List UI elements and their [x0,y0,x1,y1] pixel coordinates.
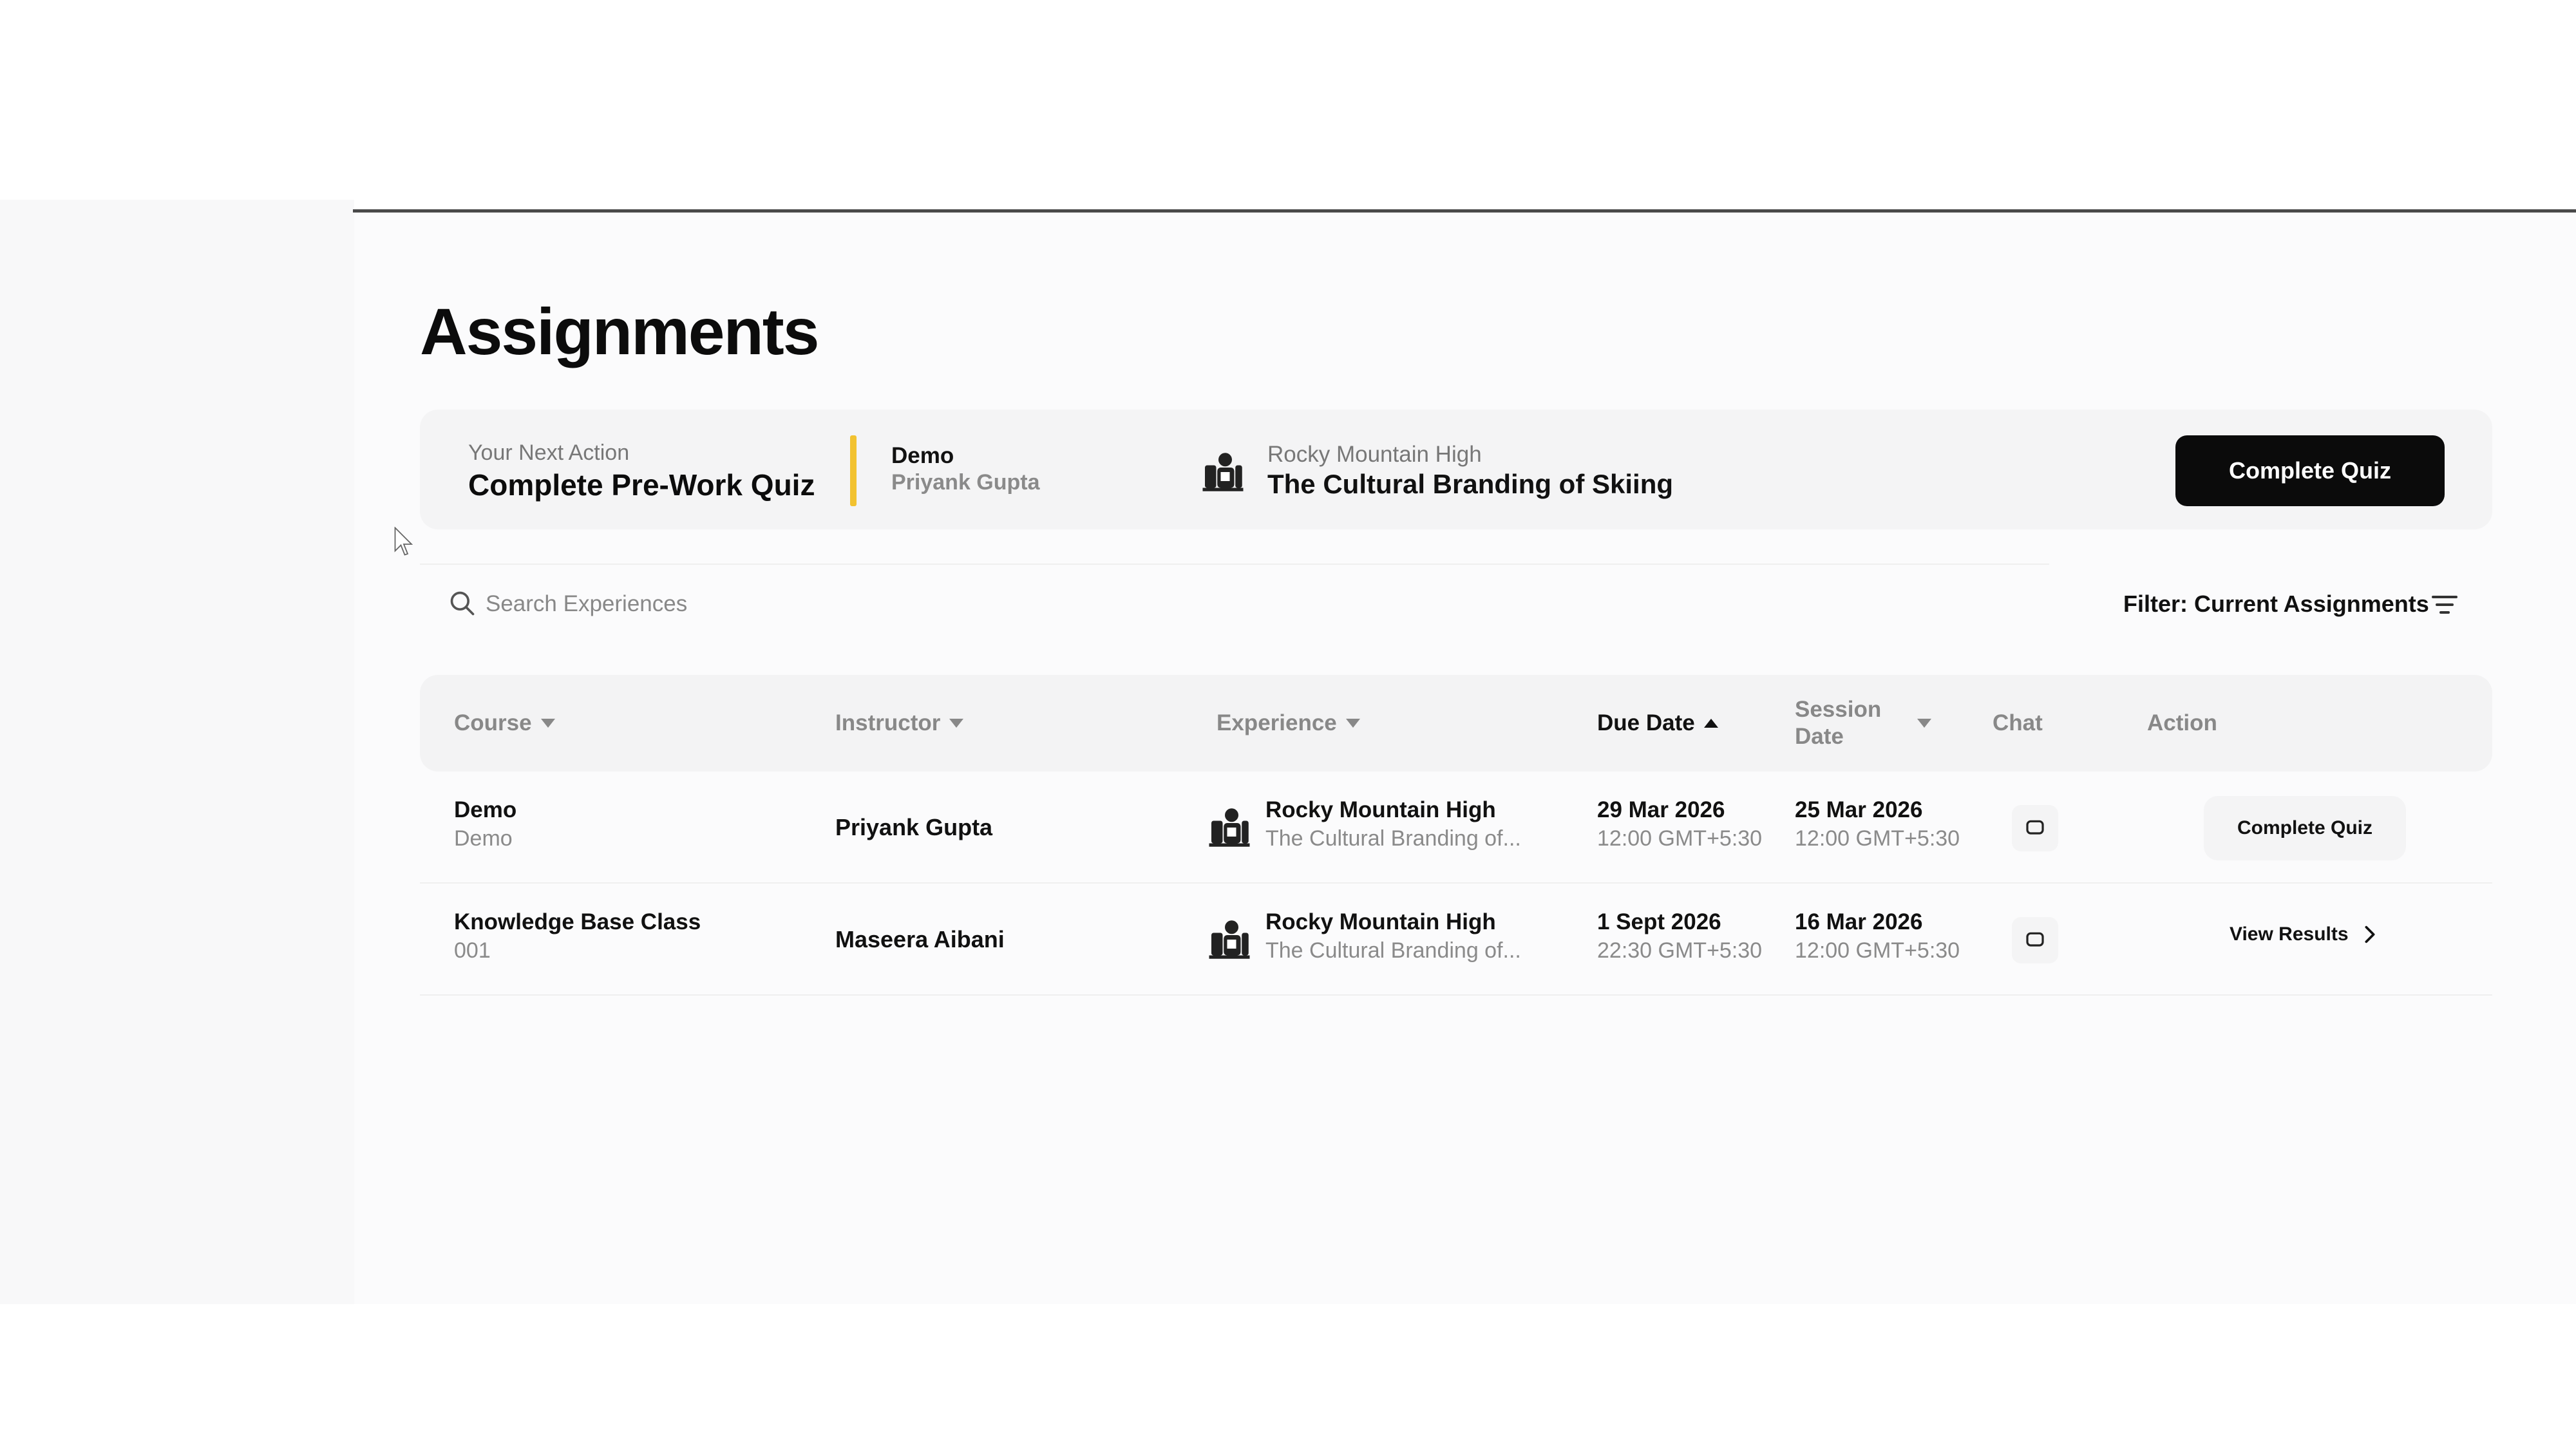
filter-icon[interactable] [2429,589,2460,620]
experience-cell: Rocky Mountain High The Cultural Brandin… [1265,796,1521,853]
view-results-label: View Results [2230,923,2349,945]
column-header-label-line1: Session [1795,697,1882,722]
column-header-action: Action [2147,675,2217,772]
table-row[interactable]: Demo Demo Priyank Gupta Rocky Mountain H… [420,773,2492,884]
experience-subtitle: The Cultural Branding of... [1265,826,1521,851]
sort-up-icon [1703,719,1718,728]
column-header-label: Action [2147,710,2217,735]
skier-icon [1209,920,1250,959]
column-header-label: Session Date [1795,696,1881,750]
skier-icon [1202,453,1244,491]
course-cell: Demo Demo [454,796,516,853]
chat-button[interactable] [2012,917,2058,963]
skier-icon [1209,808,1250,847]
next-action-experience-subtitle: Rocky Mountain High [1267,442,1482,467]
page-title: Assignments [420,295,819,368]
instructor-name: Maseera Aibani [835,926,1005,952]
due-date: 1 Sept 2026 [1597,909,1721,934]
next-action-instructor: Priyank Gupta [891,470,1040,495]
complete-quiz-button[interactable]: Complete Quiz [2175,435,2445,506]
session-time: 12:00 GMT+5:30 [1795,938,1960,963]
complete-quiz-row-button[interactable]: Complete Quiz [2204,796,2406,860]
experience-cell: Rocky Mountain High The Cultural Brandin… [1265,908,1521,965]
column-header-label: Experience [1217,710,1337,735]
column-header-label: Instructor [835,710,941,735]
next-action-accent-bar [850,435,857,506]
session-time: 12:00 GMT+5:30 [1795,826,1960,851]
column-header-session-date[interactable]: Session Date [1795,675,1932,772]
next-action-title: Complete Pre-Work Quiz [468,468,815,502]
sort-down-icon [1917,719,1932,728]
chevron-right-icon [2365,925,2375,943]
session-date-cell: 16 Mar 2026 12:00 GMT+5:30 [1795,908,1960,965]
course-section: Demo [454,826,513,851]
column-header-chat: Chat [1993,675,2043,772]
course-name: Demo [454,797,517,822]
column-header-instructor[interactable]: Instructor [835,675,964,772]
view-results-link[interactable]: View Results [2230,923,2381,945]
chat-bubble-icon [2026,820,2044,835]
next-action-label: Your Next Action [468,440,630,465]
course-name: Knowledge Base Class [454,909,701,934]
next-action-experience-title: The Cultural Branding of Skiing [1267,469,1673,499]
filter-label[interactable]: Filter: Current Assignments [2123,591,2429,618]
due-time: 22:30 GMT+5:30 [1597,938,1763,963]
column-header-label: Chat [1993,710,2043,735]
experience-title: Rocky Mountain High [1265,909,1496,934]
chat-bubble-icon [2026,932,2044,947]
header-divider [353,209,2576,213]
bottom-blank-area [0,1304,2576,1449]
sort-down-icon [540,719,555,728]
table-row[interactable]: Knowledge Base Class 001 Maseera Aibani … [420,885,2492,996]
mouse-cursor-icon [394,527,413,556]
search-divider [420,564,2049,565]
instructor-name: Priyank Gupta [835,814,993,840]
row-divider [420,882,2492,884]
table-header: Course Instructor Experience Due Date Se… [420,675,2492,772]
search-filter-row: Filter: Current Assignments [420,564,2492,647]
session-date: 16 Mar 2026 [1795,909,1923,934]
session-date-cell: 25 Mar 2026 12:00 GMT+5:30 [1795,796,1960,853]
column-header-experience[interactable]: Experience [1217,675,1360,772]
sort-down-icon [949,719,964,728]
due-date-cell: 1 Sept 2026 22:30 GMT+5:30 [1597,908,1762,965]
column-header-due-date[interactable]: Due Date [1597,675,1718,772]
column-header-label: Due Date [1597,710,1695,735]
experience-subtitle: The Cultural Branding of... [1265,938,1521,963]
row-divider [420,994,2492,996]
side-panel [0,200,354,1304]
search-input[interactable] [484,585,1066,623]
course-cell: Knowledge Base Class 001 [454,908,701,965]
sort-down-icon [1345,719,1360,728]
next-action-card: Your Next Action Complete Pre-Work Quiz … [420,410,2492,529]
column-header-label-line2: Date [1795,724,1844,749]
column-header-course[interactable]: Course [454,675,555,772]
search-icon [450,591,475,616]
column-header-label: Course [454,710,532,735]
top-blank-area [0,0,2576,200]
course-section: 001 [454,938,491,963]
due-time: 12:00 GMT+5:30 [1597,826,1763,851]
next-action-course: Demo [891,443,954,468]
chat-button[interactable] [2012,805,2058,851]
due-date: 29 Mar 2026 [1597,797,1725,822]
experience-title: Rocky Mountain High [1265,797,1496,822]
due-date-cell: 29 Mar 2026 12:00 GMT+5:30 [1597,796,1762,853]
session-date: 25 Mar 2026 [1795,797,1923,822]
